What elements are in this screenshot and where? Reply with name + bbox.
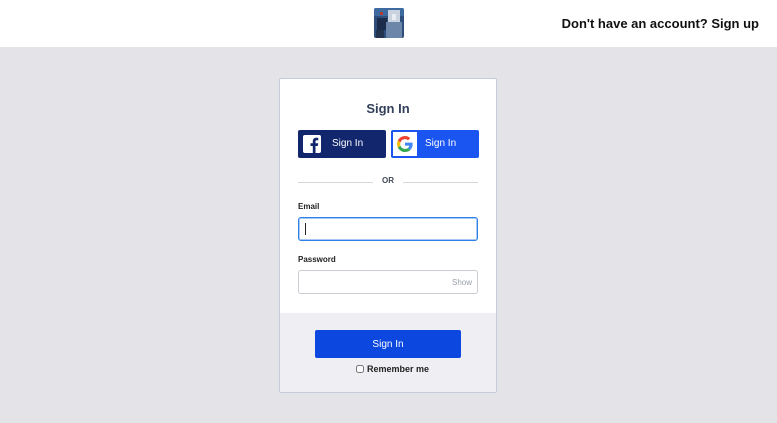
facebook-signin-label: Sign In xyxy=(332,138,364,149)
card-footer: Sign In Remember me xyxy=(280,313,496,392)
google-icon xyxy=(393,132,417,156)
facebook-signin-button[interactable]: Sign In xyxy=(298,130,386,158)
remember-me-checkbox[interactable] xyxy=(356,365,364,373)
or-text: OR xyxy=(382,176,394,185)
signup-link[interactable]: Don't have an account? Sign up xyxy=(562,16,759,31)
avatar-logo-icon[interactable] xyxy=(374,8,404,38)
sign-in-card: Sign In Sign In Sign In OR Email Passwor… xyxy=(279,78,497,393)
sign-in-button[interactable]: Sign In xyxy=(315,330,461,358)
email-label: Email xyxy=(298,202,320,211)
card-title: Sign In xyxy=(366,101,410,116)
password-label: Password xyxy=(298,255,336,264)
remember-me[interactable]: Remember me xyxy=(356,364,429,374)
text-caret xyxy=(305,223,306,235)
show-password-toggle[interactable]: Show xyxy=(452,278,472,287)
google-signin-button[interactable]: Sign In xyxy=(391,130,479,158)
email-input[interactable] xyxy=(298,217,478,241)
or-divider: OR xyxy=(298,176,478,188)
facebook-icon xyxy=(300,132,324,156)
google-signin-label: Sign In xyxy=(425,138,457,149)
remember-me-label: Remember me xyxy=(367,364,430,374)
divider-line-right xyxy=(403,182,478,183)
top-header: Don't have an account? Sign up xyxy=(0,0,777,47)
